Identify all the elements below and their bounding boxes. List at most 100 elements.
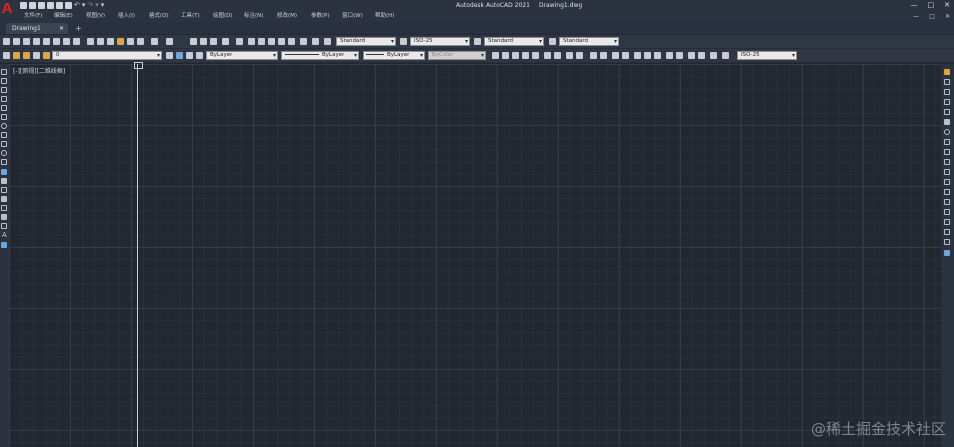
design-center-icon[interactable]	[248, 38, 255, 45]
design-feed-icon[interactable]	[73, 38, 80, 45]
scale-icon[interactable]	[944, 139, 950, 145]
jogged-linear-icon[interactable]	[666, 52, 673, 59]
polygon-icon[interactable]	[1, 96, 7, 102]
maximize-button[interactable]: □	[928, 0, 935, 11]
construction-line-icon[interactable]	[1, 78, 7, 84]
stretch-icon[interactable]	[944, 149, 950, 155]
multileader-style-select[interactable]: Standard	[559, 37, 619, 46]
dim-edit-icon[interactable]	[676, 52, 683, 59]
extend-icon[interactable]	[944, 169, 950, 175]
sheet-set-icon[interactable]	[268, 38, 275, 45]
trim-icon[interactable]	[944, 159, 950, 165]
move-icon[interactable]	[944, 119, 950, 125]
arc-icon[interactable]	[1, 114, 7, 120]
print-preview-icon[interactable]	[65, 1, 72, 9]
menu-file[interactable]: 文件(F)	[24, 11, 42, 22]
polyline-icon[interactable]	[1, 87, 7, 93]
new-icon[interactable]	[20, 1, 27, 9]
menu-view[interactable]: 视图(V)	[86, 11, 105, 22]
line-icon[interactable]	[1, 69, 7, 75]
layer-select[interactable]: 0	[52, 51, 162, 60]
dim-update-icon[interactable]	[698, 52, 705, 59]
array-icon[interactable]	[944, 109, 950, 115]
open-icon[interactable]	[13, 38, 20, 45]
explode-icon[interactable]	[944, 239, 950, 245]
override-icon[interactable]	[722, 52, 729, 59]
text-style-icon[interactable]	[324, 38, 331, 45]
break-at-point-icon[interactable]	[944, 179, 950, 185]
radius-icon[interactable]	[532, 52, 539, 59]
menu-edit[interactable]: 编辑(E)	[54, 11, 73, 22]
app-logo[interactable]: A	[0, 0, 14, 22]
break-object-icon[interactable]	[944, 189, 950, 195]
paste-icon[interactable]	[107, 38, 114, 45]
point-icon[interactable]	[1, 187, 7, 193]
jogged-icon[interactable]	[544, 52, 551, 59]
color-select[interactable]: ByLayer	[206, 51, 278, 60]
brush-icon[interactable]	[137, 38, 144, 45]
layer-properties-icon[interactable]	[3, 52, 10, 59]
color-icon[interactable]	[196, 52, 203, 59]
markup-icon[interactable]	[278, 38, 285, 45]
undo-icon[interactable]	[151, 38, 158, 45]
open-icon[interactable]	[29, 1, 36, 9]
layer-lock-icon[interactable]	[33, 52, 40, 59]
plot-style-select[interactable]: ByColor	[428, 51, 486, 60]
drawing-canvas[interactable]: [-][俯视][二维线框]	[9, 62, 941, 447]
doc-restore-button[interactable]: □	[929, 11, 935, 22]
ellipse-arc-icon[interactable]	[1, 159, 7, 165]
layer-previous-icon[interactable]	[176, 52, 183, 59]
menu-dimension[interactable]: 标注(N)	[244, 11, 263, 22]
publish-icon[interactable]	[53, 38, 60, 45]
angular-icon[interactable]	[566, 52, 573, 59]
layer-unlock-icon[interactable]	[43, 52, 50, 59]
make-current-icon[interactable]	[166, 52, 173, 59]
properties-icon[interactable]	[236, 38, 243, 45]
offset-icon[interactable]	[944, 99, 950, 105]
region-icon[interactable]	[1, 214, 7, 220]
pan-icon[interactable]	[190, 38, 197, 45]
plot-icon[interactable]	[56, 1, 63, 9]
multileader-style-icon[interactable]	[549, 38, 556, 45]
join-icon[interactable]	[944, 199, 950, 205]
insert-block-icon[interactable]	[1, 169, 7, 175]
zoom-previous-icon[interactable]	[222, 38, 229, 45]
zoom-window-icon[interactable]	[210, 38, 217, 45]
help-icon[interactable]	[312, 38, 319, 45]
dim-style-manager-icon[interactable]	[710, 52, 717, 59]
inspect-icon[interactable]	[654, 52, 661, 59]
doc-close-button[interactable]: ✕	[945, 11, 950, 22]
linear-dim-icon[interactable]	[492, 52, 499, 59]
baseline-icon[interactable]	[590, 52, 597, 59]
close-button[interactable]: ✕	[944, 0, 950, 11]
menu-window[interactable]: 窗口(W)	[342, 11, 363, 22]
revision-cloud-icon[interactable]	[1, 132, 7, 138]
redo-dropdown-icon[interactable]: ▾	[95, 1, 99, 9]
menu-parametric[interactable]: 参数(P)	[311, 11, 330, 22]
tool-palettes-icon[interactable]	[258, 38, 265, 45]
erase-icon[interactable]	[944, 69, 950, 75]
arc-length-icon[interactable]	[512, 52, 519, 59]
match-properties-icon[interactable]	[117, 38, 124, 45]
cut-icon[interactable]	[87, 38, 94, 45]
viewport-controls-label[interactable]: [-][俯视][二维线框]	[13, 66, 65, 75]
center-mark-icon[interactable]	[644, 52, 651, 59]
table-style-icon[interactable]	[474, 38, 481, 45]
preview-icon[interactable]	[43, 38, 50, 45]
tolerance-icon[interactable]	[634, 52, 641, 59]
menu-tools[interactable]: 工具(T)	[181, 11, 200, 22]
undo-dropdown-icon[interactable]: ▾	[82, 1, 86, 9]
layer-states-icon[interactable]	[186, 52, 193, 59]
table-icon[interactable]	[1, 223, 7, 229]
blend-curves-icon[interactable]	[944, 229, 950, 235]
rotate-icon[interactable]	[944, 129, 950, 135]
tab-close-icon[interactable]: ✕	[59, 23, 64, 34]
dim-style-select-2[interactable]: ISO-25	[737, 51, 797, 60]
customize-qat-icon[interactable]: ▾	[101, 1, 105, 9]
block-editor-icon[interactable]	[127, 38, 134, 45]
quickcalc-icon[interactable]	[288, 38, 295, 45]
3d-print-icon[interactable]	[63, 38, 70, 45]
save-icon[interactable]	[38, 1, 45, 9]
redo-icon[interactable]: ↷	[87, 1, 93, 9]
edit-polyline-icon[interactable]	[944, 250, 950, 256]
